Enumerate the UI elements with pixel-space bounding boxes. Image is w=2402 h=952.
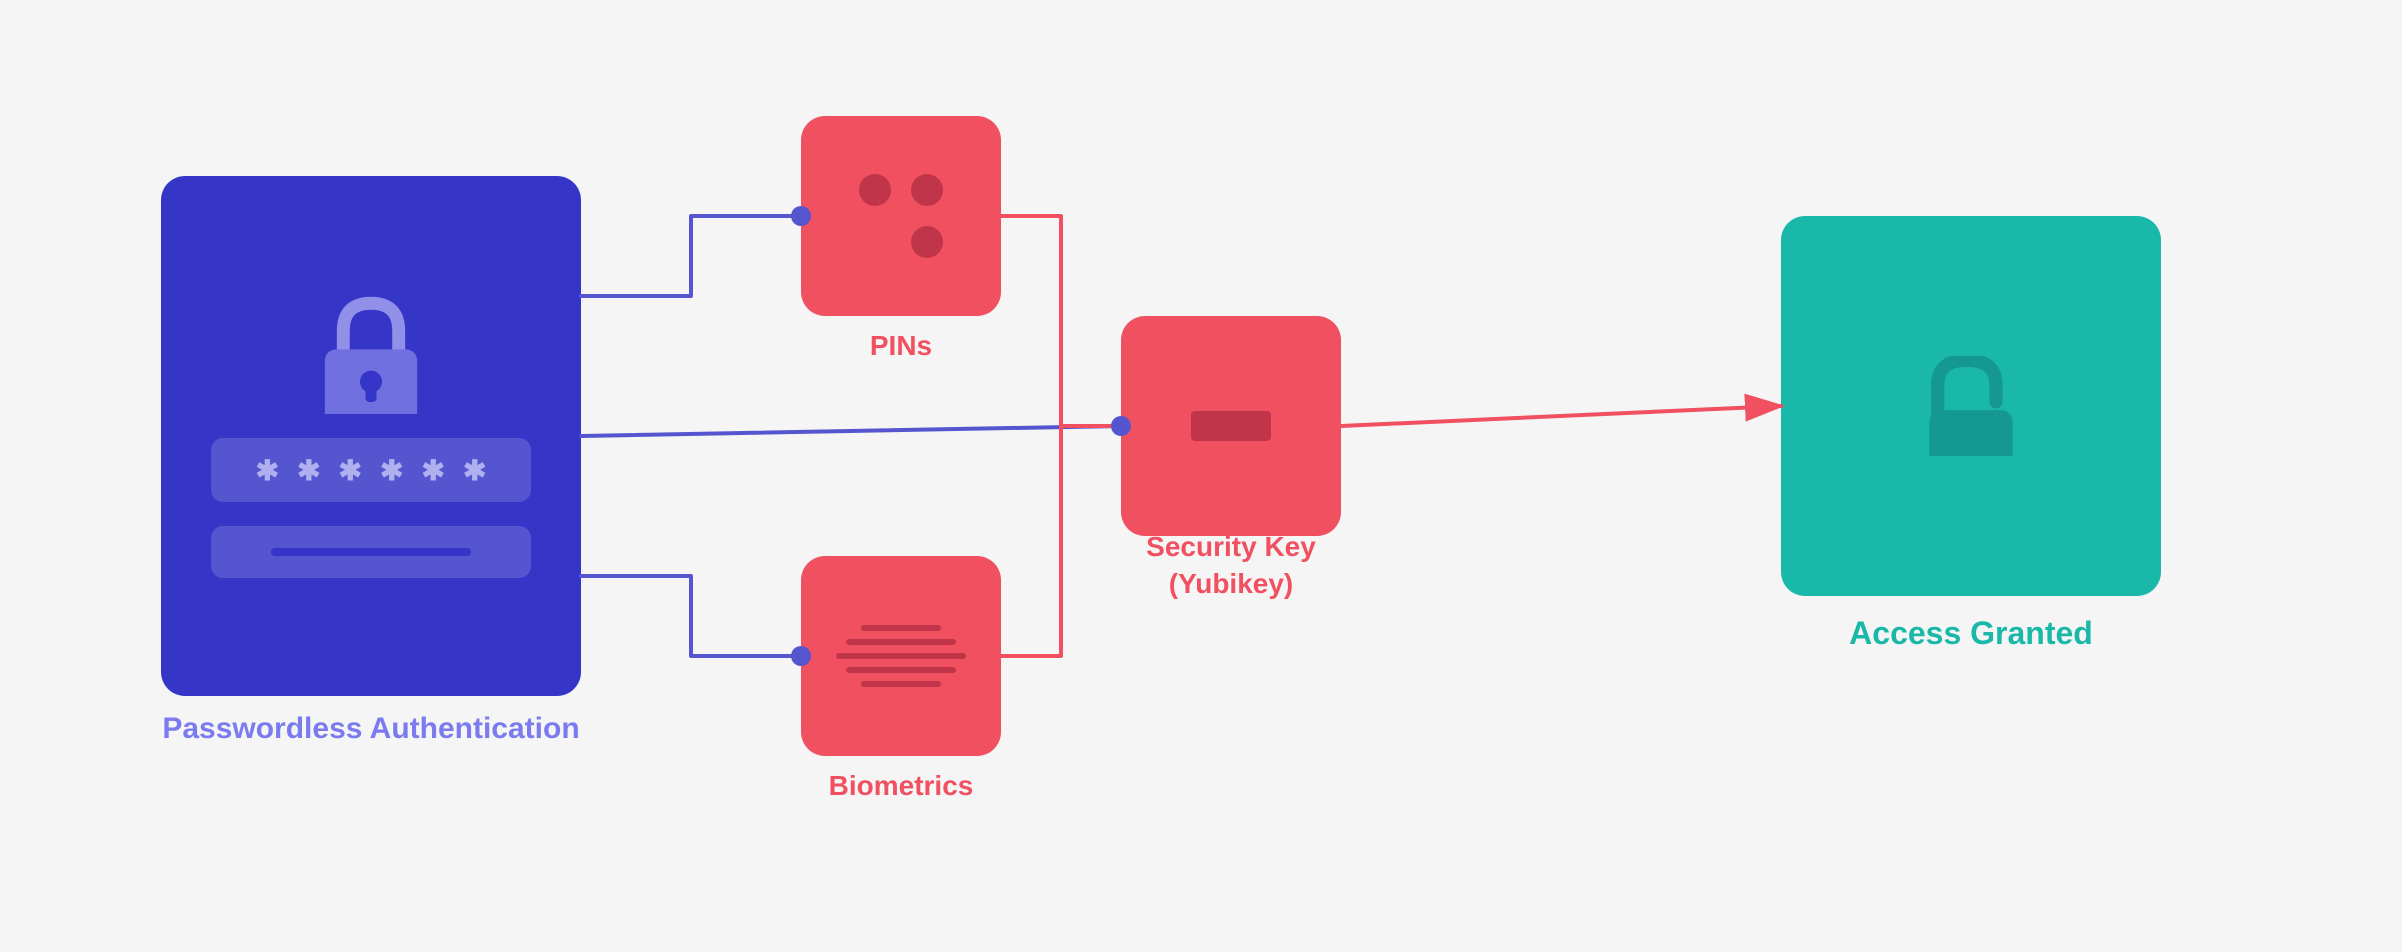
star-5: ✱ xyxy=(421,454,444,487)
login-bar xyxy=(211,526,531,578)
fp-line-1 xyxy=(861,625,941,631)
pins-card-label: PINs xyxy=(870,330,932,362)
pin-dot-2 xyxy=(911,174,943,206)
fp-line-5 xyxy=(861,681,941,687)
fp-line-4 xyxy=(846,667,956,673)
usb-icon xyxy=(1191,411,1271,441)
password-bar: ✱ ✱ ✱ ✱ ✱ ✱ xyxy=(211,438,531,502)
access-card: Access Granted xyxy=(1781,216,2161,596)
pin-dot-4 xyxy=(911,226,943,258)
star-6: ✱ xyxy=(463,454,486,487)
star-1: ✱ xyxy=(256,454,279,487)
star-2: ✱ xyxy=(297,454,320,487)
access-card-label: Access Granted xyxy=(1849,615,2093,652)
open-lock-icon xyxy=(1921,356,2021,456)
diagram: ✱ ✱ ✱ ✱ ✱ ✱ Passwordless Authentication … xyxy=(101,76,2301,876)
pin-dot-1 xyxy=(859,174,891,206)
fingerprint-icon xyxy=(816,605,986,707)
lock-icon xyxy=(311,294,431,414)
pins-card: PINs xyxy=(801,116,1001,316)
auth-card-label: Passwordless Authentication xyxy=(162,712,579,746)
login-line xyxy=(271,548,471,556)
fp-line-2 xyxy=(846,639,956,645)
star-4: ✱ xyxy=(380,454,403,487)
auth-card: ✱ ✱ ✱ ✱ ✱ ✱ Passwordless Authentication xyxy=(161,176,581,696)
biometrics-card: Biometrics xyxy=(801,556,1001,756)
pins-dots xyxy=(839,154,963,278)
auth-card-content: ✱ ✱ ✱ ✱ ✱ ✱ xyxy=(201,294,541,578)
fp-line-3 xyxy=(836,653,966,659)
pin-dot-3 xyxy=(859,226,891,258)
security-key-label: Security Key (Yubikey) xyxy=(1146,529,1316,602)
security-key-card: Security Key (Yubikey) xyxy=(1121,316,1341,536)
star-3: ✱ xyxy=(339,454,362,487)
biometrics-card-label: Biometrics xyxy=(829,770,974,802)
